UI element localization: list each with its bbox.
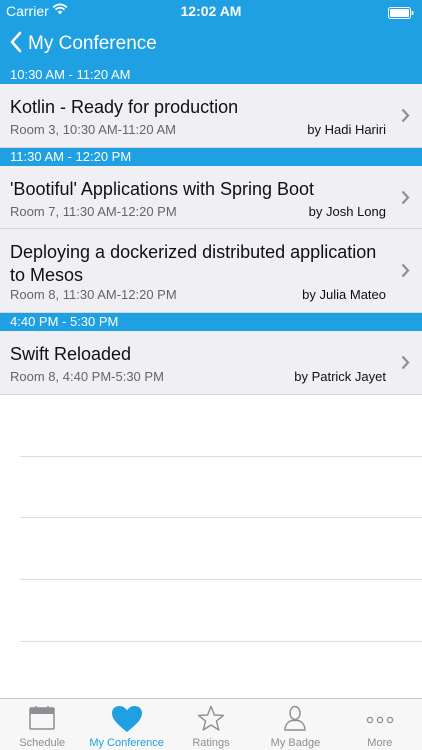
session-speaker: by Patrick Jayet bbox=[294, 369, 386, 384]
session-speaker: by Julia Mateo bbox=[302, 287, 386, 302]
back-button[interactable]: My Conference bbox=[10, 30, 157, 58]
tab-label: My Badge bbox=[270, 737, 321, 749]
chevron-right-icon bbox=[401, 263, 410, 283]
tab-label: My Conference bbox=[89, 737, 164, 749]
section-header: 4:40 PM - 5:30 PM bbox=[0, 313, 422, 331]
empty-row-separator bbox=[20, 517, 422, 518]
session-title: Kotlin - Ready for production bbox=[10, 97, 239, 117]
tab-label: Ratings bbox=[192, 737, 230, 749]
tab-schedule[interactable]: Schedule bbox=[0, 699, 84, 750]
chevron-right-icon bbox=[401, 108, 410, 128]
session-meta: Room 8, 4:40 PM-5:30 PM bbox=[10, 369, 164, 384]
empty-row-separator bbox=[20, 579, 422, 580]
list-item[interactable]: Kotlin - Ready for production Room 3, 10… bbox=[0, 84, 422, 148]
session-title: Deploying a dockerized distributed appli… bbox=[10, 242, 377, 285]
tab-more[interactable]: More bbox=[338, 699, 422, 750]
session-meta: Room 8, 11:30 AM-12:20 PM bbox=[10, 287, 177, 302]
section-header: 11:30 AM - 12:20 PM bbox=[0, 148, 422, 166]
status-time: 12:02 AM bbox=[180, 3, 242, 19]
battery-icon bbox=[388, 6, 414, 22]
empty-row-separator bbox=[20, 456, 422, 457]
session-speaker: by Josh Long bbox=[308, 204, 386, 219]
tab-bar: Schedule My Conference Ratings My Badge bbox=[0, 698, 422, 750]
heart-icon bbox=[111, 705, 143, 738]
more-icon bbox=[366, 711, 394, 729]
tab-label: Schedule bbox=[19, 737, 66, 749]
tab-ratings[interactable]: Ratings bbox=[169, 699, 253, 750]
session-title: 'Bootiful' Applications with Spring Boot bbox=[10, 179, 315, 199]
person-icon bbox=[283, 705, 307, 736]
chevron-left-icon bbox=[10, 31, 22, 58]
list-item[interactable]: Swift Reloaded Room 8, 4:40 PM-5:30 PM b… bbox=[0, 331, 422, 395]
section-header: 10:30 AM - 11:20 AM bbox=[0, 66, 422, 84]
status-bar: Carrier 12:02 AM bbox=[0, 0, 422, 22]
chevron-right-icon bbox=[401, 190, 410, 210]
empty-row-separator bbox=[20, 641, 422, 642]
calendar-icon bbox=[28, 705, 56, 736]
session-meta: Room 3, 10:30 AM-11:20 AM bbox=[10, 122, 176, 137]
tab-my-conference[interactable]: My Conference bbox=[84, 699, 168, 750]
session-title: Swift Reloaded bbox=[10, 344, 132, 364]
tab-label: More bbox=[367, 737, 393, 749]
chevron-right-icon bbox=[401, 355, 410, 375]
tab-my-badge[interactable]: My Badge bbox=[253, 699, 337, 750]
session-speaker: by Hadi Hariri bbox=[307, 122, 386, 137]
top-bar: Carrier 12:02 AM My Conference bbox=[0, 0, 422, 66]
star-icon bbox=[197, 705, 225, 737]
list-item[interactable]: 'Bootiful' Applications with Spring Boot… bbox=[0, 166, 422, 229]
list-item[interactable]: Deploying a dockerized distributed appli… bbox=[0, 229, 422, 313]
back-label: My Conference bbox=[28, 33, 157, 54]
session-meta: Room 7, 11:30 AM-12:20 PM bbox=[10, 204, 177, 219]
